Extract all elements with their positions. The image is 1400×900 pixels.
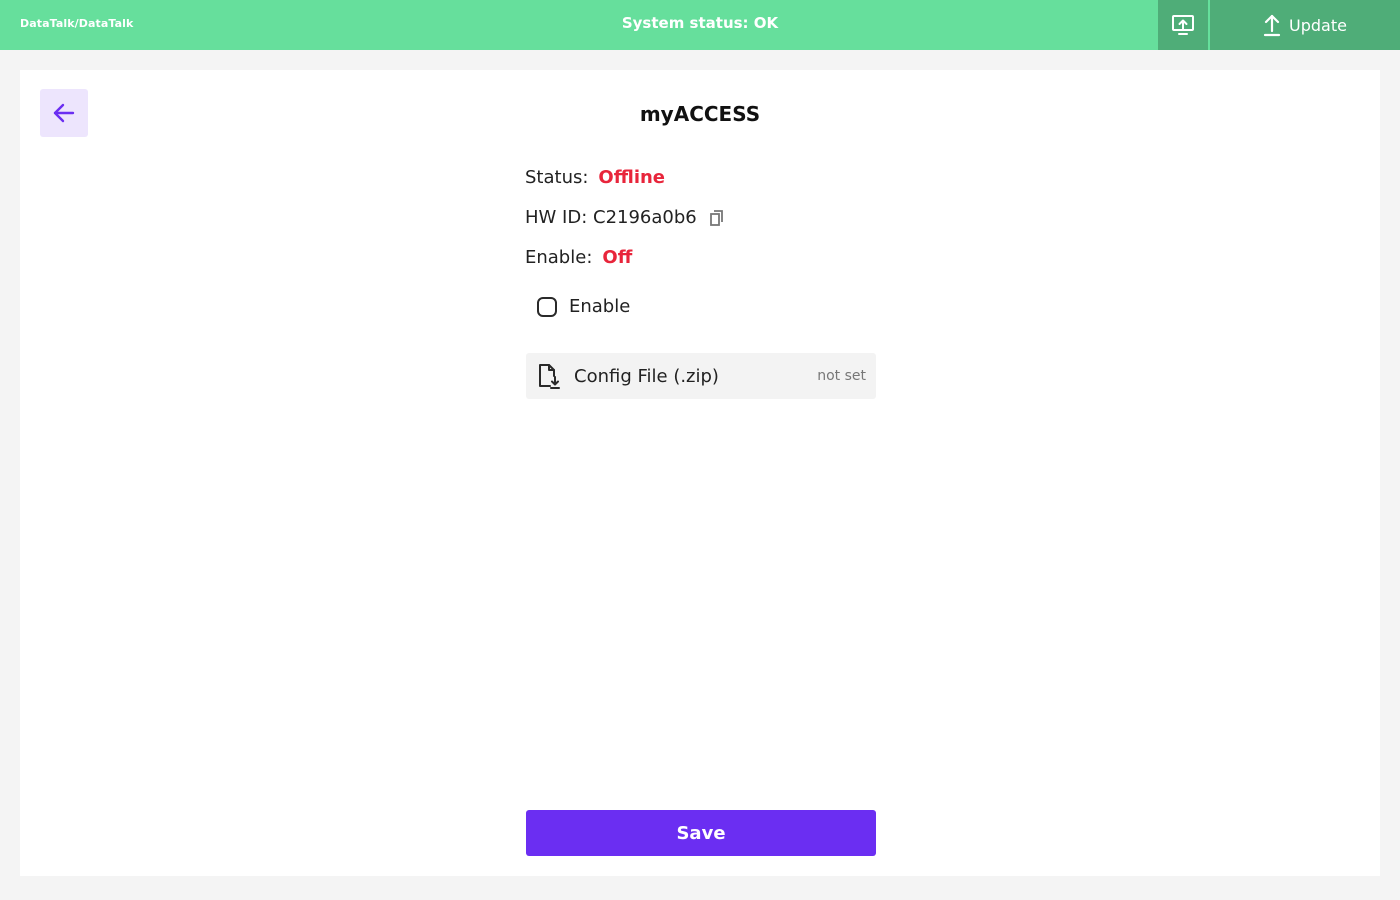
status-row: Status: Offline bbox=[525, 167, 665, 188]
save-label: Save bbox=[676, 822, 726, 844]
update-label: Update bbox=[1289, 15, 1347, 35]
config-file-value: not set bbox=[817, 368, 866, 384]
monitor-upload-icon bbox=[1172, 15, 1194, 35]
save-button[interactable]: Save bbox=[526, 810, 876, 856]
system-status-text: System status: OK bbox=[621, 14, 779, 32]
enable-checkbox[interactable] bbox=[537, 296, 557, 317]
enable-value: Off bbox=[602, 247, 633, 268]
top-bar: DataTalk/DataTalk System status: OK Upda… bbox=[0, 0, 1400, 50]
status-label: Status: bbox=[525, 167, 589, 188]
enable-row: Enable: Off bbox=[525, 247, 632, 268]
arrow-up-icon bbox=[1263, 14, 1281, 37]
config-file-input[interactable]: Config File (.zip) not set bbox=[526, 353, 876, 399]
page-title: myACCESS bbox=[639, 102, 761, 126]
enable-label: Enable: bbox=[525, 247, 593, 268]
enable-checkbox-row[interactable]: Enable bbox=[537, 296, 630, 317]
upload-button[interactable] bbox=[1158, 0, 1208, 50]
hwid-row: HW ID: C2196a0b6 bbox=[525, 207, 725, 228]
enable-checkbox-label: Enable bbox=[569, 296, 631, 317]
hwid-label: HW ID: C2196a0b6 bbox=[525, 207, 697, 228]
main-panel: myACCESS Status: Offline HW ID: C2196a0b… bbox=[20, 70, 1380, 876]
file-download-icon bbox=[539, 364, 560, 389]
config-file-label: Config File (.zip) bbox=[574, 365, 719, 387]
status-value: Offline bbox=[598, 167, 666, 188]
update-button[interactable]: Update bbox=[1210, 0, 1400, 50]
copy-icon[interactable] bbox=[709, 209, 725, 227]
